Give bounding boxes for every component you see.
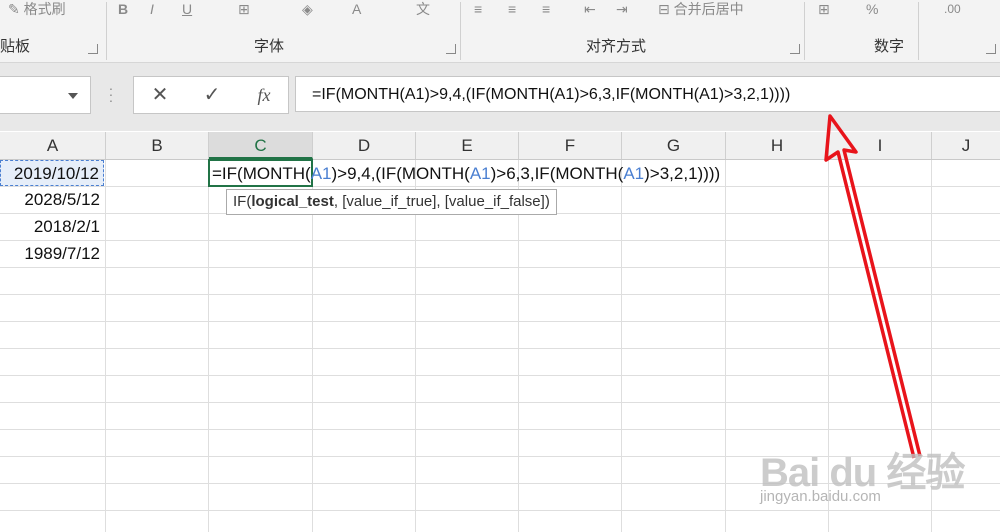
arrow-outline [824,114,922,459]
watermark-url: jingyan.baidu.com [760,488,881,505]
